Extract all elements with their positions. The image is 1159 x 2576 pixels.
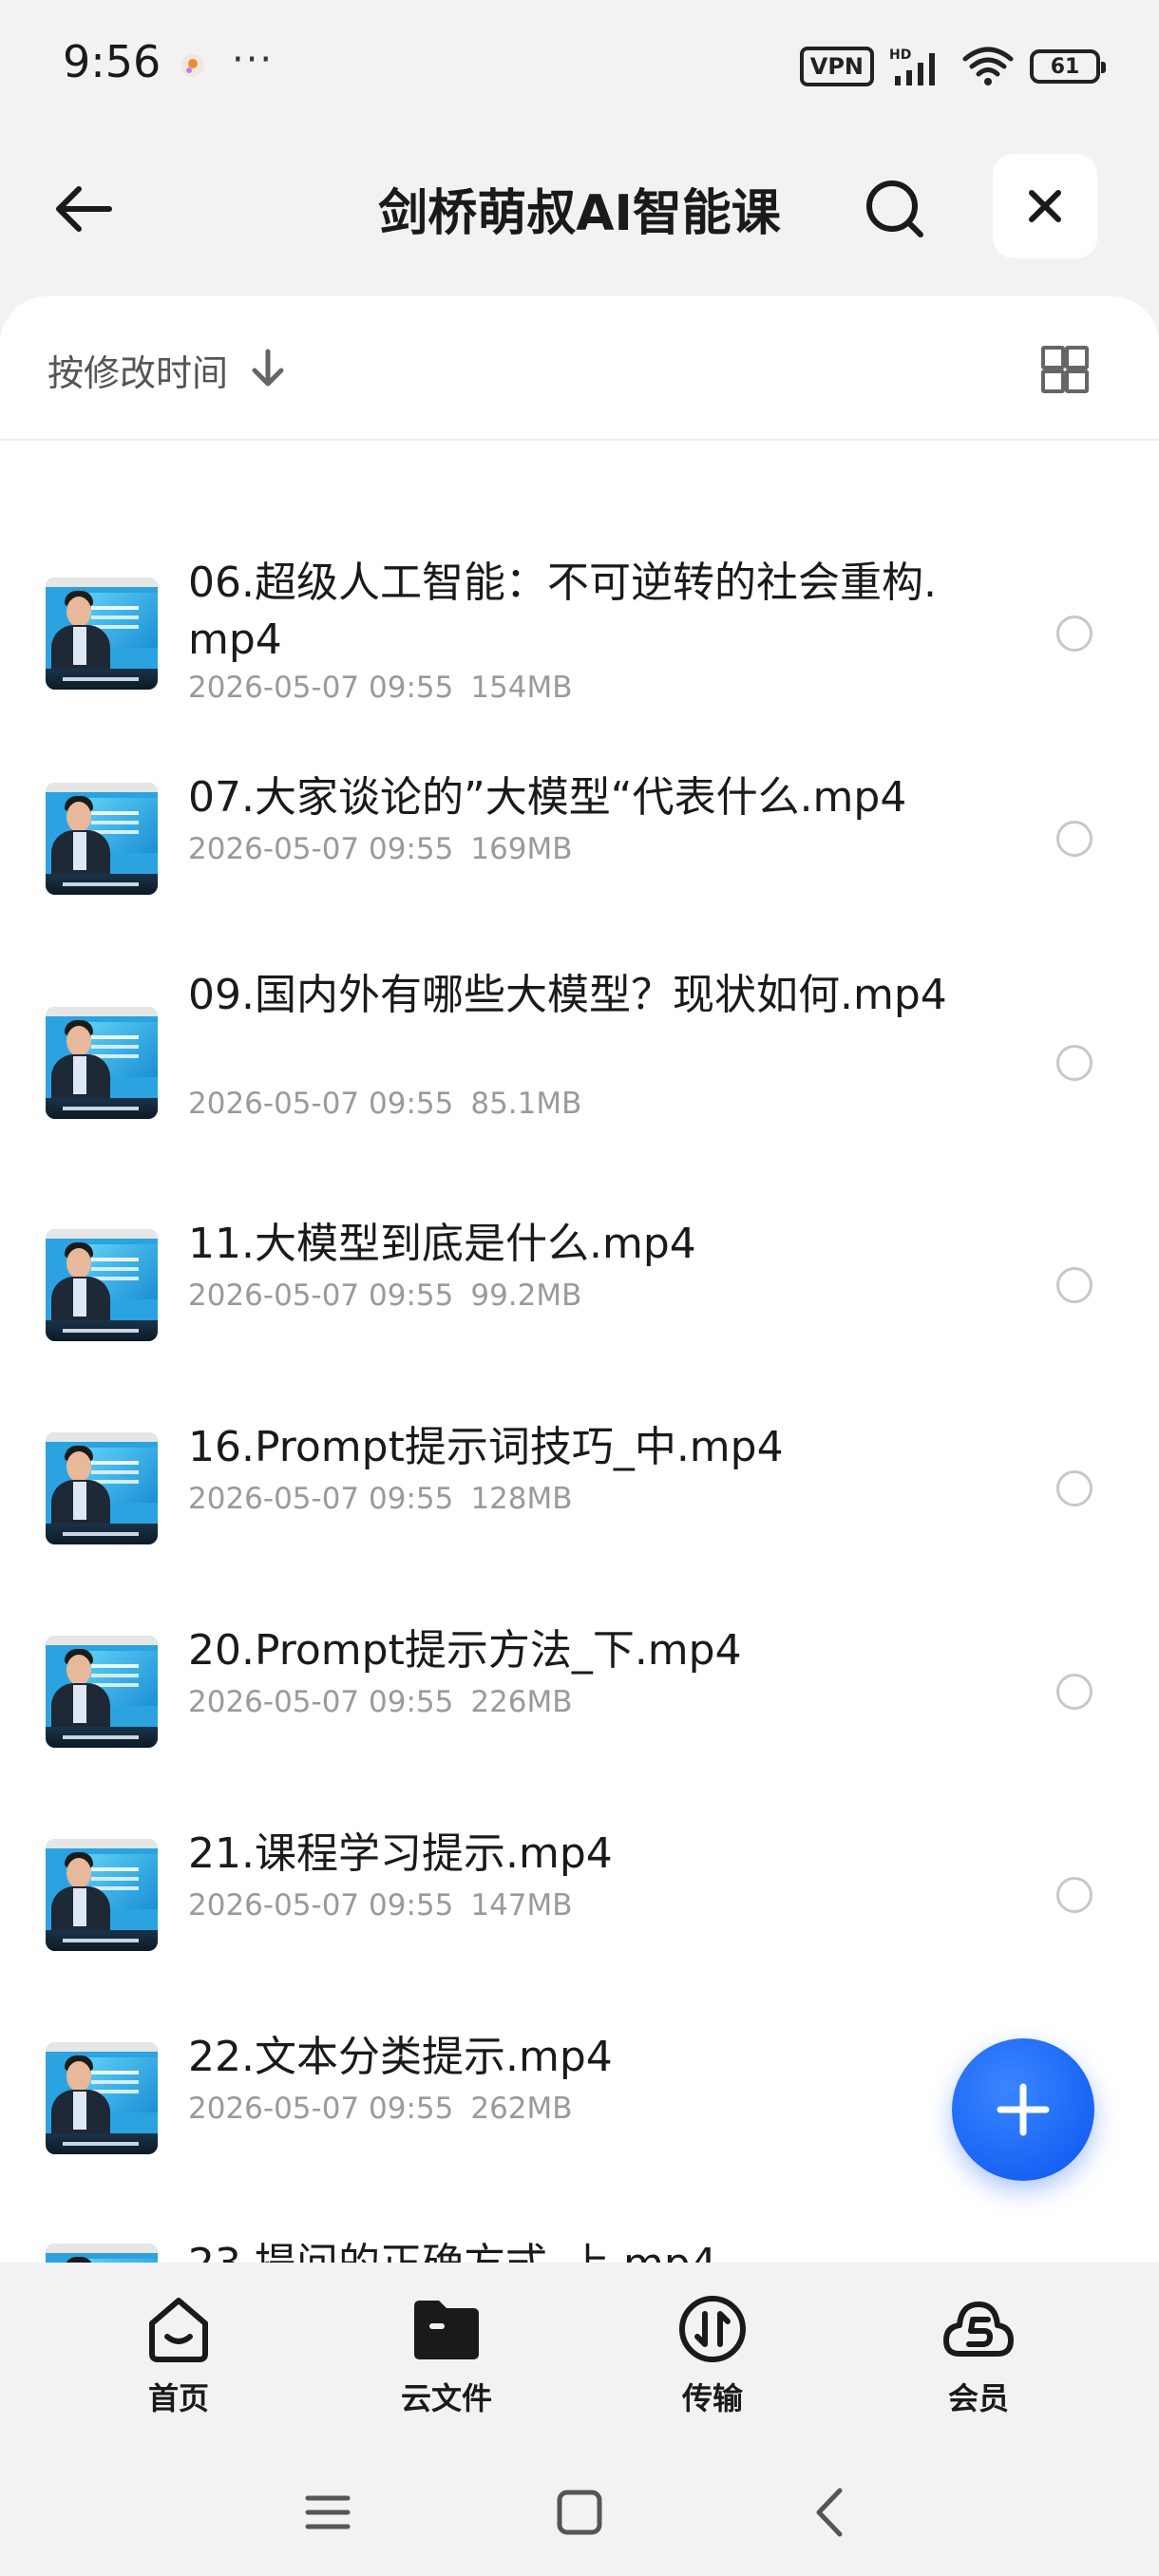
wifi-icon <box>962 47 1014 85</box>
file-name: 22.文本分类提示.mp4 <box>188 2033 613 2081</box>
file-name: 16.Prompt提示词技巧_中.mp4 <box>188 1423 784 1471</box>
list-item[interactable]: 21.课程学习提示.mp4 2026-05-07 09:55 147MB <box>0 1801 1159 1991</box>
list-item[interactable]: 06.超级人工智能：不可逆转的社会重构.mp4 2026-05-07 09:55… <box>0 534 1159 724</box>
file-date: 2026-05-07 09:55 <box>188 671 454 705</box>
close-button[interactable] <box>993 154 1097 258</box>
status-icons: VPN HD 61 <box>799 46 1106 87</box>
file-name: 07.大家谈论的”大模型“代表什么.mp4 <box>188 773 907 822</box>
list-item[interactable]: 20.Prompt提示方法_下.mp4 2026-05-07 09:55 226M… <box>0 1598 1159 1788</box>
app-screen: 9:56 ··· VPN HD 61 剑桥萌叔AI智能课 按修改时间 06.超级… <box>0 0 1159 2576</box>
status-time: 9:56 <box>63 36 162 87</box>
close-icon <box>1029 190 1061 222</box>
file-date: 2026-05-07 09:55 <box>188 1279 454 1313</box>
file-size: 262MB <box>470 2092 573 2126</box>
file-name: 21.课程学习提示.mp4 <box>188 1829 613 1878</box>
signal-icon: HD <box>889 47 935 85</box>
file-size: 128MB <box>470 1482 573 1516</box>
nav-label: 传输 <box>681 2380 743 2416</box>
add-button[interactable] <box>952 2038 1094 2181</box>
video-thumbnail <box>46 1229 158 1341</box>
video-thumbnail <box>46 783 158 895</box>
nav-item-cloud-files[interactable]: 云文件 <box>352 2291 542 2418</box>
video-thumbnail <box>46 578 158 690</box>
svg-text:HD: HD <box>889 47 911 63</box>
list-item[interactable]: 11.大模型到底是什么.mp4 2026-05-07 09:55 99.2MB <box>0 1191 1159 1381</box>
home-icon <box>149 2298 208 2362</box>
select-radio[interactable] <box>1056 1470 1092 1506</box>
select-radio[interactable] <box>1056 1045 1092 1081</box>
file-size: 154MB <box>470 671 573 705</box>
file-name: 20.Prompt提示方法_下.mp4 <box>188 1626 742 1675</box>
file-date: 2026-05-07 09:55 <box>188 1685 454 1719</box>
file-name: 06.超级人工智能：不可逆转的社会重构.mp4 <box>188 559 937 664</box>
file-size: 99.2MB <box>470 1279 582 1313</box>
status-more-icon: ··· <box>232 38 275 82</box>
bottom-nav: 首页 云文件 传输 会员 <box>0 2263 1159 2434</box>
list-item[interactable]: 09.国内外有哪些大模型？现状如何.mp4 2026-05-07 09:55 85… <box>0 969 1159 1187</box>
file-date: 2026-05-07 09:55 <box>188 832 454 866</box>
file-size: 226MB <box>470 1685 573 1719</box>
nav-label: 首页 <box>147 2380 209 2416</box>
file-sheet: 按修改时间 06.超级人工智能：不可逆转的社会重构.mp4 2026-05-07… <box>0 296 1159 2263</box>
file-date: 2026-05-07 09:55 <box>188 1482 454 1516</box>
file-date: 2026-05-07 09:55 <box>188 1087 454 1121</box>
notification-app-icon <box>181 54 204 77</box>
transfer-icon <box>679 2296 746 2362</box>
select-radio[interactable] <box>1056 1267 1092 1303</box>
battery-icon: 61 <box>1030 49 1106 84</box>
vip-cloud-icon <box>943 2301 1014 2357</box>
grid-view-icon[interactable] <box>1041 346 1089 393</box>
sort-order-button[interactable]: 按修改时间 <box>48 344 228 396</box>
nav-label: 会员 <box>947 2380 1009 2416</box>
top-header: 剑桥萌叔AI智能课 <box>0 133 1159 294</box>
file-meta: 2026-05-07 09:55 128MB <box>188 1482 573 1516</box>
video-thumbnail <box>46 1636 158 1748</box>
file-meta: 2026-05-07 09:55 169MB <box>188 832 573 866</box>
file-meta: 2026-05-07 09:55 226MB <box>188 1685 573 1719</box>
menu-icon[interactable] <box>294 2479 361 2546</box>
nav-item-vip[interactable]: 会员 <box>884 2291 1074 2418</box>
nav-label: 云文件 <box>400 2380 492 2416</box>
sort-bar: 按修改时间 <box>0 296 1159 441</box>
back-chevron-icon[interactable] <box>798 2479 864 2546</box>
file-meta: 2026-05-07 09:55 147MB <box>188 1888 573 1923</box>
select-radio[interactable] <box>1056 616 1092 652</box>
home-square-icon[interactable] <box>546 2479 613 2546</box>
list-item[interactable]: 07.大家谈论的”大模型“代表什么.mp4 2026-05-07 09:55 16… <box>0 745 1159 935</box>
arrow-down-icon[interactable] <box>249 348 287 389</box>
plus-icon <box>997 2083 1050 2136</box>
file-meta: 2026-05-07 09:55 99.2MB <box>188 1279 581 1313</box>
file-meta: 2026-05-07 09:55 85.1MB <box>188 1087 581 1121</box>
video-thumbnail <box>46 1839 158 1951</box>
file-size: 147MB <box>470 1888 573 1923</box>
video-thumbnail <box>46 2244 158 2263</box>
file-name: 23.提问的正确方式_上.mp4 <box>188 2236 967 2263</box>
file-name: 09.国内外有哪些大模型？现状如何.mp4 <box>188 971 947 1019</box>
file-date: 2026-05-07 09:55 <box>188 2092 454 2126</box>
system-nav-bar <box>0 2451 1159 2576</box>
list-item[interactable]: 16.Prompt提示词技巧_中.mp4 2026-05-07 09:55 128… <box>0 1394 1159 1584</box>
file-meta: 2026-05-07 09:55 262MB <box>188 2092 573 2126</box>
nav-item-home[interactable]: 首页 <box>84 2291 274 2418</box>
search-icon <box>866 180 923 237</box>
vpn-icon: VPN <box>799 47 874 86</box>
status-bar: 9:56 ··· VPN HD 61 <box>0 0 1159 133</box>
video-thumbnail <box>46 1432 158 1544</box>
select-radio[interactable] <box>1056 1877 1092 1913</box>
file-name: 11.大模型到底是什么.mp4 <box>188 1220 696 1268</box>
file-date: 2026-05-07 09:55 <box>188 1888 454 1923</box>
list-item[interactable]: 23.提问的正确方式_上.mp4 <box>0 2207 1159 2263</box>
search-button[interactable] <box>855 169 935 249</box>
folder-icon <box>414 2301 479 2359</box>
file-size: 85.1MB <box>470 1087 582 1121</box>
select-radio[interactable] <box>1056 1674 1092 1710</box>
video-thumbnail <box>46 1007 158 1119</box>
nav-item-transfer[interactable]: 传输 <box>618 2291 808 2418</box>
video-thumbnail <box>46 2042 158 2154</box>
page-title: 剑桥萌叔AI智能课 <box>378 185 781 242</box>
file-meta: 2026-05-07 09:55 154MB <box>188 671 573 705</box>
file-size: 169MB <box>470 832 573 866</box>
select-radio[interactable] <box>1056 821 1092 857</box>
